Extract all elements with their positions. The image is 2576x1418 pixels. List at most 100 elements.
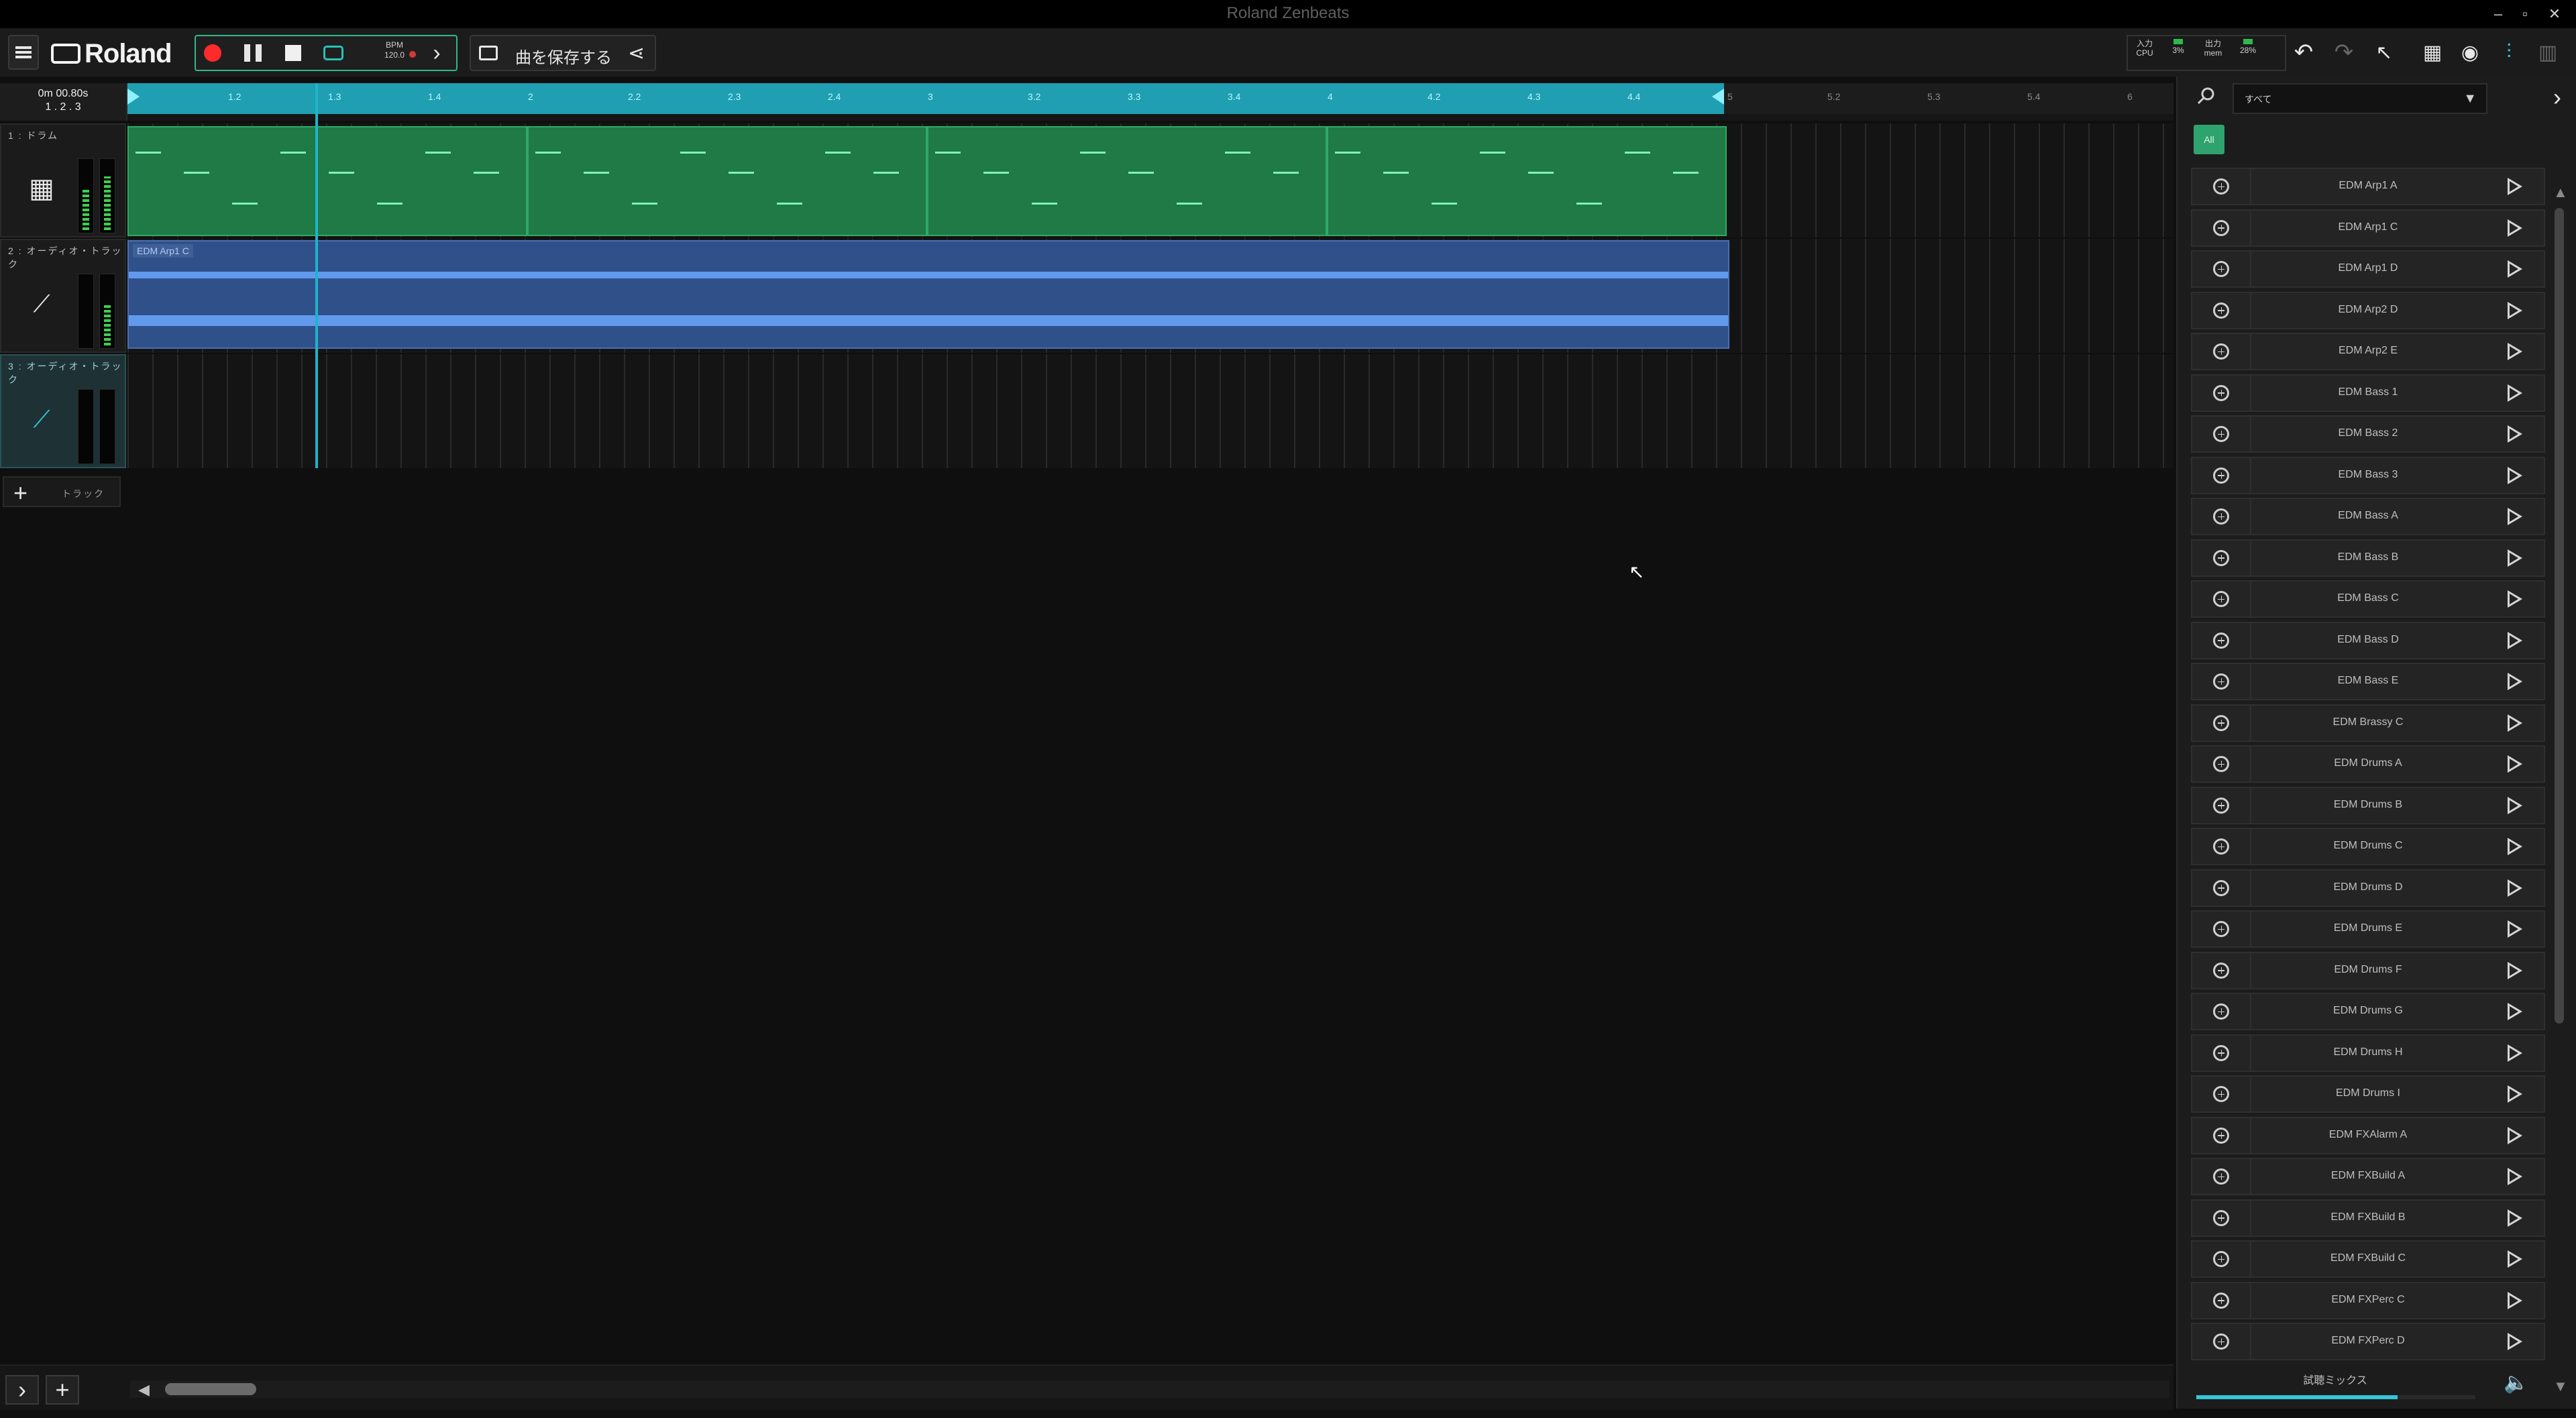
grid-pad-icon[interactable]: ▦	[21, 172, 62, 205]
category-select[interactable]: すべて ▼	[2233, 83, 2487, 114]
preview-play-button[interactable]	[2486, 829, 2544, 864]
scroll-down-icon[interactable]: ▼	[2553, 1378, 2568, 1395]
stop-button[interactable]	[279, 40, 307, 66]
preview-play-button[interactable]	[2486, 334, 2544, 369]
add-loop-button[interactable]	[2192, 952, 2251, 988]
loop-list-item[interactable]: EDM FXBuild C	[2191, 1240, 2545, 1278]
loop-list-item[interactable]: EDM FXAlarm A	[2191, 1116, 2545, 1154]
loop-list-item[interactable]: EDM Arp2 D	[2191, 291, 2545, 329]
drum-note[interactable]	[632, 203, 657, 205]
loop-list-item[interactable]: EDM Drums A	[2191, 745, 2545, 783]
preview-play-button[interactable]	[2486, 211, 2544, 246]
add-loop-button[interactable]	[2192, 1242, 2251, 1276]
drum-note[interactable]	[983, 172, 1009, 174]
drum-note[interactable]	[584, 172, 609, 174]
drum-note[interactable]	[425, 152, 451, 154]
loop-list-item[interactable]: EDM Drums E	[2191, 910, 2545, 948]
drum-note[interactable]	[1080, 152, 1106, 154]
loop-list-item[interactable]: EDM Bass 2	[2191, 415, 2545, 453]
horizontal-scrollbar[interactable]: ◀	[130, 1380, 2169, 1398]
add-loop-button[interactable]	[2192, 582, 2251, 616]
drum-note[interactable]	[1432, 203, 1457, 205]
drum-note[interactable]	[729, 172, 754, 174]
preview-play-button[interactable]	[2486, 623, 2544, 658]
preview-play-button[interactable]	[2486, 1077, 2544, 1111]
drum-note[interactable]	[1480, 152, 1505, 154]
drum-note[interactable]	[136, 152, 161, 154]
drum-note[interactable]	[1625, 152, 1650, 154]
drum-note[interactable]	[935, 152, 961, 154]
preview-play-button[interactable]	[2486, 747, 2544, 781]
add-loop-button[interactable]	[2192, 334, 2251, 369]
preview-play-button[interactable]	[2486, 252, 2544, 286]
add-loop-button[interactable]	[2192, 499, 2251, 534]
loop-list-item[interactable]: EDM Brassy C	[2191, 704, 2545, 742]
panel-toggle-icon[interactable]: ▥	[2533, 38, 2563, 67]
add-loop-button[interactable]	[2192, 1035, 2251, 1071]
drum-note[interactable]	[1335, 152, 1360, 154]
drum-note[interactable]	[825, 152, 851, 154]
drum-pattern-clip[interactable]	[527, 126, 927, 236]
preview-play-button[interactable]	[2486, 458, 2544, 493]
preview-play-button[interactable]	[2486, 664, 2544, 699]
microphone-icon[interactable]: ⟋	[21, 402, 62, 436]
add-loop-button[interactable]	[2192, 1324, 2251, 1359]
preview-play-button[interactable]	[2486, 541, 2544, 576]
track-header-audio-2[interactable]: 2 : オーディオ・トラック ⟋	[0, 239, 126, 353]
add-button[interactable]: +	[46, 1375, 79, 1405]
loop-list-item[interactable]: EDM Bass D	[2191, 621, 2545, 659]
drum-note[interactable]	[1673, 172, 1699, 174]
record-button[interactable]	[199, 40, 227, 66]
preview-play-button[interactable]	[2486, 582, 2544, 616]
loop-list-item[interactable]: EDM Drums F	[2191, 951, 2545, 989]
loop-list-item[interactable]: EDM Arp1 D	[2191, 250, 2545, 288]
add-loop-button[interactable]	[2192, 292, 2251, 328]
loop-list-item[interactable]: EDM Bass 3	[2191, 456, 2545, 494]
loop-list-item[interactable]: EDM FXBuild A	[2191, 1158, 2545, 1195]
add-loop-button[interactable]	[2192, 870, 2251, 906]
minimize-button[interactable]: –	[2486, 4, 2510, 24]
scroll-left-icon[interactable]: ◀	[138, 1381, 150, 1399]
scroll-up-icon[interactable]: ▲	[2553, 184, 2568, 201]
loop-list-item[interactable]: EDM Bass E	[2191, 663, 2545, 700]
add-loop-button[interactable]	[2192, 1200, 2251, 1236]
preview-play-button[interactable]	[2486, 871, 2544, 906]
loop-list-item[interactable]: EDM Arp1 C	[2191, 209, 2545, 247]
loop-list-item[interactable]: EDM Bass A	[2191, 498, 2545, 535]
drum-note[interactable]	[1032, 203, 1057, 205]
drum-pattern-clip[interactable]	[127, 126, 527, 236]
playhead[interactable]	[315, 83, 318, 468]
speaker-icon[interactable]: 🔈	[2504, 1371, 2528, 1395]
preview-play-button[interactable]	[2486, 994, 2544, 1029]
loop-list-item[interactable]: EDM Drums D	[2191, 869, 2545, 907]
add-loop-button[interactable]	[2192, 994, 2251, 1029]
loop-list-item[interactable]: EDM Bass 1	[2191, 374, 2545, 412]
grid-view-icon[interactable]: ▦	[2418, 38, 2447, 67]
microphone-icon[interactable]: ⟋	[21, 287, 62, 321]
drum-note[interactable]	[474, 172, 499, 174]
add-track-button[interactable]: + トラック	[3, 476, 121, 507]
preview-play-button[interactable]	[2486, 706, 2544, 741]
drum-note[interactable]	[232, 203, 258, 205]
audio-clip[interactable]: EDM Arp1 C	[127, 240, 1729, 349]
search-icon[interactable]	[2196, 86, 2216, 106]
preview-play-button[interactable]	[2486, 1201, 2544, 1236]
add-loop-button[interactable]	[2192, 747, 2251, 781]
drum-pattern-clip[interactable]	[927, 126, 1327, 236]
preview-play-button[interactable]	[2486, 1159, 2544, 1194]
expand-editor-button[interactable]: ›	[5, 1375, 39, 1405]
add-loop-button[interactable]	[2192, 1159, 2251, 1194]
track-lane-audio-3[interactable]	[127, 354, 2174, 468]
track-header-drums[interactable]: 1 : ドラム ▦	[0, 123, 126, 237]
loop-list-item[interactable]: EDM FXPerc C	[2191, 1281, 2545, 1319]
drum-note[interactable]	[1528, 172, 1554, 174]
collapse-panel-icon[interactable]: ›	[2553, 83, 2561, 111]
loop-list-item[interactable]: EDM Drums C	[2191, 828, 2545, 865]
add-loop-button[interactable]	[2192, 622, 2251, 658]
add-loop-button[interactable]	[2192, 210, 2251, 246]
preview-play-button[interactable]	[2486, 169, 2544, 204]
loop-list-item[interactable]: EDM FXBuild B	[2191, 1199, 2545, 1237]
track-lane-audio-2[interactable]: EDM Arp1 C	[127, 239, 2174, 353]
drum-note[interactable]	[873, 172, 899, 174]
loop-list-item[interactable]: EDM FXPerc D	[2191, 1323, 2545, 1360]
